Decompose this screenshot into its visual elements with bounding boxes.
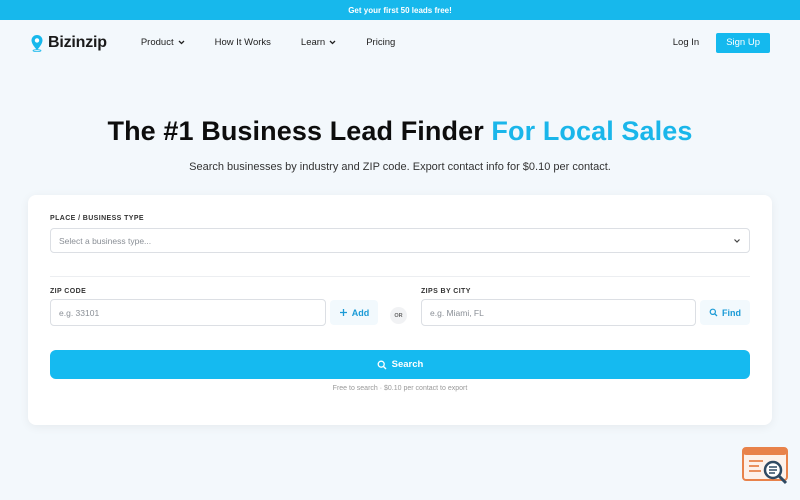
- search-card: PLACE / BUSINESS TYPE Select a business …: [28, 195, 772, 425]
- promo-banner-text: Get your first 50 leads free!: [348, 5, 452, 15]
- search-icon: [377, 360, 387, 369]
- zip-placeholder: e.g. 33101: [59, 307, 100, 318]
- signup-button[interactable]: Sign Up: [716, 32, 770, 53]
- promo-banner[interactable]: Get your first 50 leads free!: [0, 0, 800, 20]
- nav-item-label: How It Works: [214, 37, 271, 48]
- hero: The #1 Business Lead Finder For Local Sa…: [0, 116, 800, 173]
- nav-item-pricing[interactable]: Pricing: [366, 37, 395, 48]
- add-zip-button[interactable]: Add: [330, 300, 378, 325]
- city-label: ZIPS BY CITY: [421, 288, 471, 295]
- nav-item-label: Pricing: [366, 37, 396, 48]
- nav-item-label: Product: [140, 37, 174, 48]
- business-type-placeholder: Select a business type...: [59, 235, 152, 246]
- place-label: PLACE / BUSINESS TYPE: [50, 215, 144, 222]
- chat-widget-icon: [742, 447, 788, 485]
- nav-item-how-it-works[interactable]: How It Works: [215, 37, 271, 48]
- page-subtitle: Search businesses by industry and ZIP co…: [189, 161, 611, 173]
- city-input[interactable]: e.g. Miami, FL: [421, 299, 696, 326]
- chat-widget[interactable]: [741, 447, 791, 489]
- top-nav: Bizinzip Product How It Works Learn Pric…: [0, 20, 800, 65]
- find-city-label: Find: [722, 307, 741, 318]
- add-zip-label: Add: [351, 307, 370, 318]
- location-pin-icon: [31, 34, 43, 52]
- chevron-down-icon: [329, 40, 336, 45]
- pricing-note: Free to search · $0.10 per contact to ex…: [332, 385, 468, 392]
- logo[interactable]: Bizinzip: [30, 34, 107, 52]
- nav-item-learn[interactable]: Learn: [301, 37, 336, 48]
- nav-actions: Log In Sign Up: [673, 32, 770, 53]
- logo-text: Bizinzip: [48, 33, 107, 51]
- zip-label: ZIP CODE: [50, 288, 87, 295]
- city-placeholder: e.g. Miami, FL: [430, 307, 484, 318]
- business-type-select[interactable]: Select a business type...: [50, 228, 750, 253]
- page-title: The #1 Business Lead Finder For Local Sa…: [0, 116, 800, 147]
- page-title-accent: For Local Sales: [491, 116, 693, 146]
- divider: [50, 276, 750, 277]
- zip-input[interactable]: e.g. 33101: [50, 299, 326, 326]
- or-separator: OR: [390, 307, 407, 324]
- page-title-main: The #1 Business Lead Finder: [107, 116, 492, 146]
- nav-item-label: Learn: [300, 37, 326, 48]
- chevron-down-icon: [734, 238, 740, 243]
- nav-item-product[interactable]: Product: [141, 37, 185, 48]
- search-button[interactable]: Search: [50, 350, 750, 379]
- find-city-button[interactable]: Find: [700, 300, 750, 325]
- nav-links: Product How It Works Learn Pricing: [141, 37, 425, 48]
- search-icon: [709, 308, 718, 317]
- search-button-label: Search: [391, 359, 424, 370]
- login-link[interactable]: Log In: [673, 37, 699, 48]
- plus-icon: [339, 309, 347, 316]
- chevron-down-icon: [178, 40, 185, 45]
